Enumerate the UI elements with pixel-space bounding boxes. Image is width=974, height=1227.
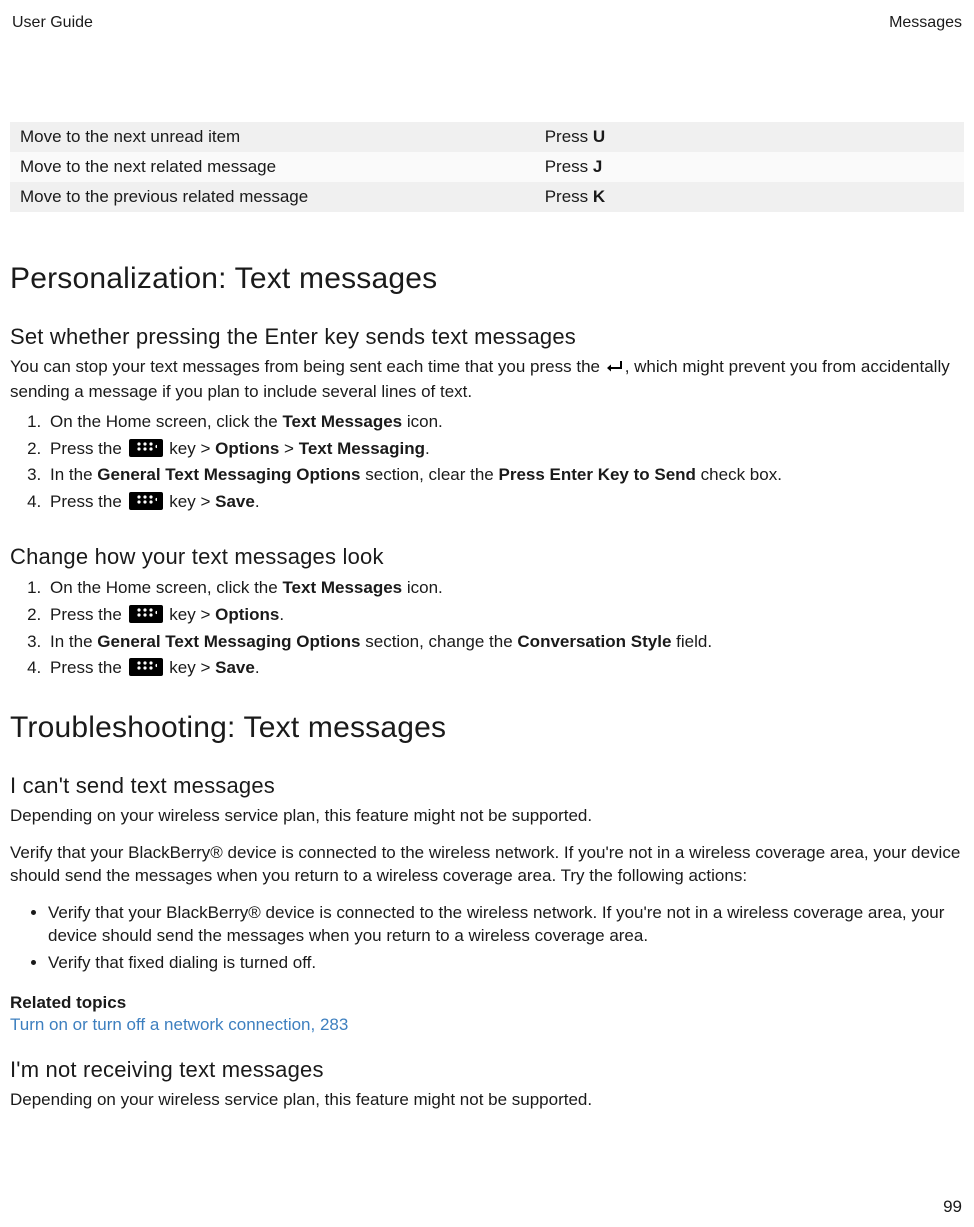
list-item: Verify that your BlackBerry® device is c… bbox=[48, 902, 964, 948]
not-receiving-p1: Depending on your wireless service plan,… bbox=[10, 1089, 964, 1112]
change-look-steps: On the Home screen, click the Text Messa… bbox=[10, 576, 964, 681]
page-number: 99 bbox=[943, 1197, 962, 1217]
shortcut-key: Press U bbox=[535, 122, 964, 152]
shortcut-key: Press J bbox=[535, 152, 964, 182]
table-row: Move to the next related message Press J bbox=[10, 152, 964, 182]
list-item: In the General Text Messaging Options se… bbox=[46, 463, 964, 488]
list-item: Press the key > Save. bbox=[46, 656, 964, 681]
cant-send-bullets: Verify that your BlackBerry® device is c… bbox=[10, 902, 964, 975]
menu-key-icon bbox=[129, 605, 163, 623]
page-header: User Guide Messages bbox=[10, 14, 964, 32]
table-row: Move to the next unread item Press U bbox=[10, 122, 964, 152]
shortcut-key: Press K bbox=[535, 182, 964, 212]
list-item: Press the key > Options > Text Messaging… bbox=[46, 437, 964, 462]
heading-set-enter: Set whether pressing the Enter key sends… bbox=[10, 324, 964, 350]
heading-not-receiving: I'm not receiving text messages bbox=[10, 1057, 964, 1083]
list-item: Press the key > Save. bbox=[46, 490, 964, 515]
header-right: Messages bbox=[889, 14, 962, 32]
table-row: Move to the previous related message Pre… bbox=[10, 182, 964, 212]
shortcut-action: Move to the next related message bbox=[10, 152, 535, 182]
set-enter-steps: On the Home screen, click the Text Messa… bbox=[10, 410, 964, 515]
list-item: On the Home screen, click the Text Messa… bbox=[46, 576, 964, 601]
list-item: On the Home screen, click the Text Messa… bbox=[46, 410, 964, 435]
heading-cant-send: I can't send text messages bbox=[10, 773, 964, 799]
heading-personalization: Personalization: Text messages bbox=[10, 262, 964, 296]
set-enter-intro: You can stop your text messages from bei… bbox=[10, 356, 964, 404]
cant-send-p1: Depending on your wireless service plan,… bbox=[10, 805, 964, 828]
shortcut-action: Move to the next unread item bbox=[10, 122, 535, 152]
enter-key-icon bbox=[606, 358, 624, 381]
menu-key-icon bbox=[129, 658, 163, 676]
menu-key-icon bbox=[129, 492, 163, 510]
menu-key-icon bbox=[129, 439, 163, 457]
header-left: User Guide bbox=[12, 14, 93, 32]
list-item: Verify that fixed dialing is turned off. bbox=[48, 952, 964, 975]
related-link[interactable]: Turn on or turn off a network connection… bbox=[10, 1015, 348, 1034]
heading-troubleshoot: Troubleshooting: Text messages bbox=[10, 711, 964, 745]
heading-change-look: Change how your text messages look bbox=[10, 544, 964, 570]
shortcut-action: Move to the previous related message bbox=[10, 182, 535, 212]
shortcut-table: Move to the next unread item Press U Mov… bbox=[10, 122, 964, 212]
list-item: In the General Text Messaging Options se… bbox=[46, 630, 964, 655]
cant-send-p2: Verify that your BlackBerry® device is c… bbox=[10, 842, 964, 888]
list-item: Press the key > Options. bbox=[46, 603, 964, 628]
related-topics-heading: Related topics bbox=[10, 993, 964, 1013]
